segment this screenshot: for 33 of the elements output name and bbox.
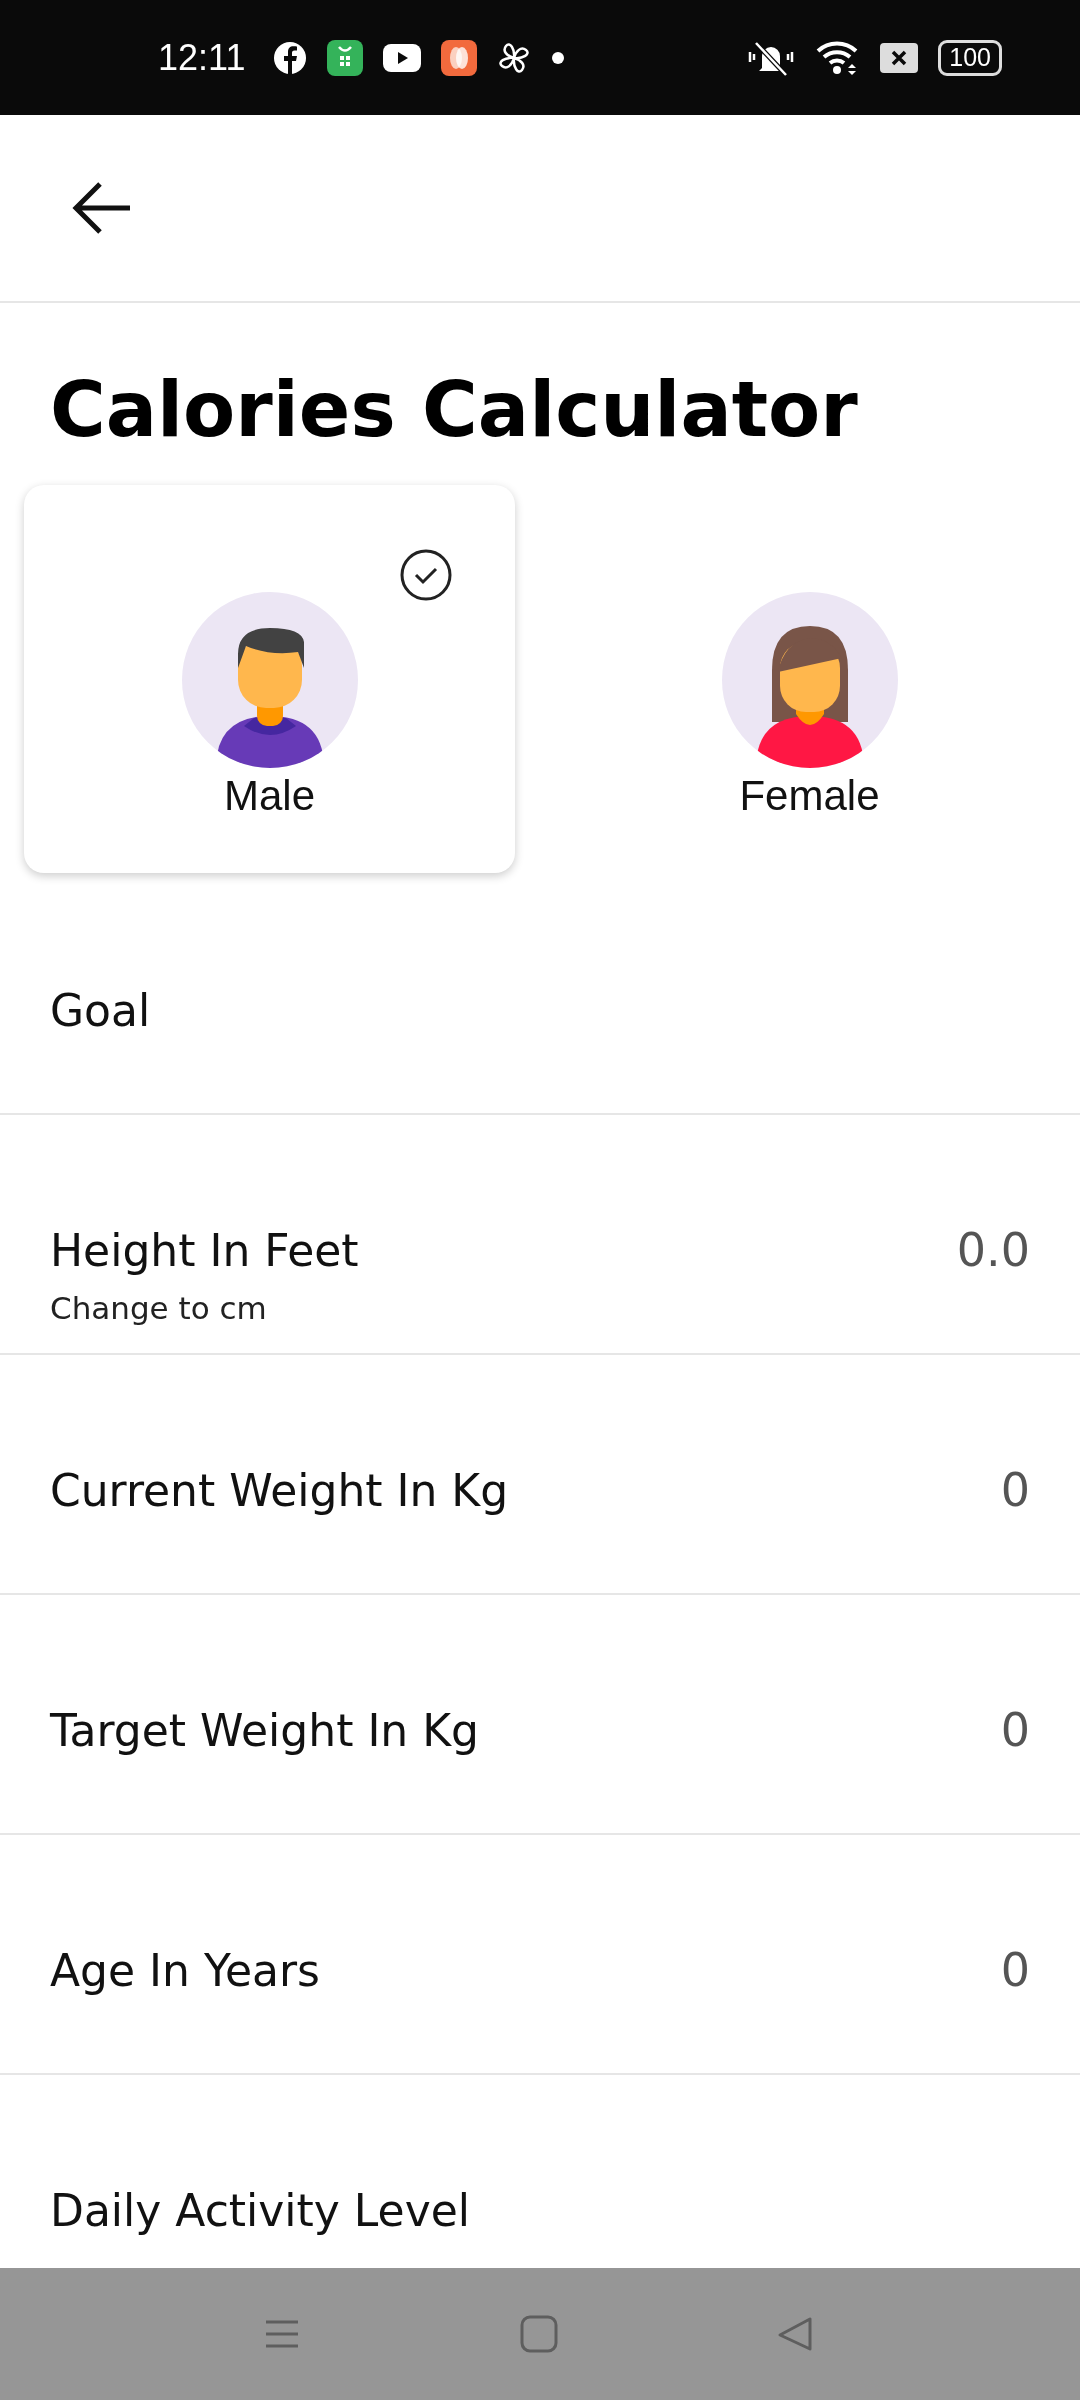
youtube-icon	[383, 43, 422, 72]
checkmark-icon	[399, 548, 453, 602]
home-square-icon[interactable]	[520, 2315, 558, 2353]
field-value: 0	[1000, 1463, 1030, 1517]
back-triangle-icon[interactable]	[776, 2315, 814, 2353]
field-label: Daily Activity Level	[50, 2184, 470, 2236]
field-label: Age In Years	[50, 1944, 320, 1996]
field-label: Goal	[50, 984, 151, 1036]
form-row[interactable]: Height In Feet 0.0 Change to cm	[0, 1115, 1080, 1355]
field-value: 0.0	[956, 1223, 1030, 1277]
gender-card[interactable]: Male	[24, 485, 515, 873]
field-label: Current Weight In Kg	[50, 1464, 509, 1516]
form-row[interactable]: Current Weight In Kg 0	[0, 1355, 1080, 1595]
store-bag-icon	[327, 39, 364, 76]
notification-dot-icon	[551, 50, 566, 65]
field-value: 0	[1000, 1943, 1030, 1997]
app-icon	[441, 39, 478, 76]
form-row[interactable]: Age In Years 0	[0, 1835, 1080, 2075]
form-row[interactable]: Goal	[0, 875, 1080, 1115]
page-title: Calories Calculator	[49, 364, 859, 456]
gender-label: Male	[223, 772, 315, 820]
field-label: Height In Feet	[50, 1224, 359, 1276]
status-time: 12:11	[158, 36, 246, 79]
field-label: Target Weight In Kg	[50, 1704, 480, 1756]
no-sim-icon	[880, 42, 919, 73]
field-value: 0	[1000, 1703, 1030, 1757]
unit-toggle-link[interactable]: Change to cm	[50, 1290, 267, 1326]
form-row[interactable]: Target Weight In Kg 0	[0, 1595, 1080, 1835]
pinwheel-icon	[497, 40, 532, 75]
gender-label: Female	[739, 772, 880, 820]
battery-level: 100	[949, 43, 991, 72]
gender-option[interactable]: Female	[564, 485, 1055, 873]
facebook-icon	[273, 40, 308, 75]
